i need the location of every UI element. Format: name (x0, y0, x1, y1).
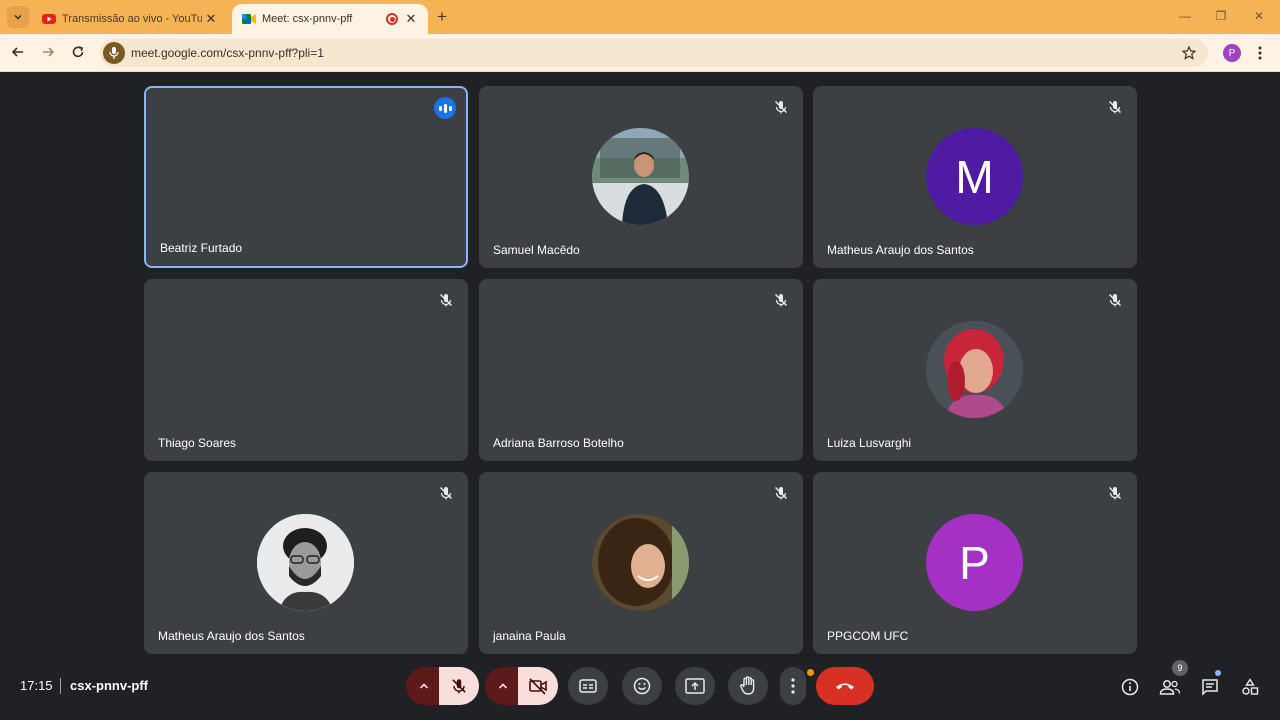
closed-captions-icon (579, 679, 597, 693)
chat-icon (1202, 679, 1218, 696)
avatar-photo (592, 514, 689, 611)
tab-close-button[interactable]: ✕ (402, 10, 420, 28)
mic-off-icon (1108, 486, 1122, 500)
notification-dot (807, 669, 814, 676)
participant-name: Matheus Araujo dos Santos (158, 629, 305, 643)
participant-grid: Beatriz Furtado Samuel Macêdo M Matheus … (144, 86, 1137, 654)
reactions-button[interactable] (622, 667, 662, 705)
participant-tile[interactable]: Matheus Araujo dos Santos (144, 472, 468, 654)
chevron-up-icon (419, 683, 429, 689)
address-bar[interactable]: meet.google.com/csx-pnnv-pff?pli=1 (100, 39, 1208, 67)
divider (60, 678, 61, 694)
chat-button[interactable] (1198, 675, 1222, 699)
forward-button[interactable] (37, 41, 59, 63)
participant-tile[interactable]: P PPGCOM UFC (813, 472, 1137, 654)
participant-name: Matheus Araujo dos Santos (827, 243, 974, 257)
more-vert-icon (791, 678, 795, 694)
people-icon (1159, 680, 1181, 695)
speaking-indicator-icon (434, 97, 456, 119)
tab-close-button[interactable]: ✕ (202, 10, 220, 28)
reload-button[interactable] (67, 41, 89, 63)
mic-off-icon (774, 100, 788, 114)
participant-tile[interactable]: janaina Paula (479, 472, 803, 654)
participant-name: Luiza Lusvarghi (827, 436, 912, 450)
participant-name: janaina Paula (493, 629, 566, 643)
present-screen-button[interactable] (675, 667, 715, 705)
audio-options-button[interactable] (406, 667, 442, 705)
emoji-icon (633, 677, 651, 695)
avatar-initial: P (926, 514, 1023, 611)
recording-icon (386, 13, 398, 25)
microphone-toggle-button[interactable] (439, 667, 479, 705)
back-button[interactable] (7, 41, 29, 63)
participant-tile[interactable]: Adriana Barroso Botelho (479, 279, 803, 461)
raise-hand-icon (740, 676, 755, 695)
meeting-code: csx-pnnv-pff (70, 678, 148, 693)
youtube-icon (42, 12, 56, 26)
video-options-button[interactable] (485, 667, 521, 705)
present-screen-icon (685, 678, 705, 694)
camera-toggle-button[interactable] (518, 667, 558, 705)
people-button[interactable] (1158, 675, 1182, 699)
participant-name: Beatriz Furtado (160, 241, 243, 255)
mic-off-icon (774, 486, 788, 500)
participant-name: Thiago Soares (158, 436, 237, 450)
meeting-clock: 17:15 (20, 678, 53, 693)
meeting-controls-bar: 17:15 csx-pnnv-pff 9 (0, 660, 1280, 720)
avatar-photo (257, 514, 354, 611)
url-text: meet.google.com/csx-pnnv-pff?pli=1 (131, 46, 324, 60)
leave-call-button[interactable] (816, 667, 874, 705)
mic-off-icon (774, 293, 788, 307)
reload-icon (72, 46, 84, 58)
mic-off-icon (439, 293, 453, 307)
mic-off-icon (1108, 293, 1122, 307)
hang-up-icon (836, 683, 854, 690)
participant-tile[interactable]: Luiza Lusvarghi (813, 279, 1137, 461)
avatar-photo (592, 128, 689, 225)
more-options-button[interactable] (780, 667, 806, 705)
captions-button[interactable] (568, 667, 608, 705)
tab-youtube[interactable]: Transmissão ao vivo - YouTube ✕ (32, 4, 228, 34)
browser-tab-strip: Transmissão ao vivo - YouTube ✕ Meet: cs… (0, 0, 1280, 34)
avatar-initial: M (926, 128, 1023, 225)
new-tab-button[interactable]: + (432, 7, 452, 27)
participant-tile[interactable]: Samuel Macêdo (479, 86, 803, 268)
info-icon (1121, 678, 1139, 696)
participant-name: Adriana Barroso Botelho (493, 436, 624, 450)
participant-tile[interactable]: Thiago Soares (144, 279, 468, 461)
activities-icon (1242, 678, 1259, 695)
camera-off-icon (529, 678, 547, 695)
browser-toolbar: meet.google.com/csx-pnnv-pff?pli=1 P (0, 34, 1280, 72)
profile-avatar[interactable]: P (1223, 44, 1241, 62)
chat-notification-dot (1215, 670, 1221, 676)
chevron-down-icon (14, 14, 22, 20)
participant-tile[interactable]: Beatriz Furtado (144, 86, 468, 268)
tab-title: Meet: csx-pnnv-pff (262, 13, 353, 25)
google-meet-icon (242, 12, 256, 26)
bookmark-star-icon[interactable] (1180, 44, 1198, 62)
window-close-button[interactable]: ✕ (1248, 6, 1270, 26)
microphone-in-use-icon[interactable] (103, 42, 125, 64)
participant-name: Samuel Macêdo (493, 243, 580, 257)
avatar-photo (926, 321, 1023, 418)
tab-meet[interactable]: Meet: csx-pnnv-pff ✕ (232, 4, 428, 34)
arrow-right-icon (43, 47, 55, 57)
mic-off-icon (452, 679, 466, 694)
mic-off-icon (1108, 100, 1122, 114)
arrow-left-icon (11, 47, 23, 57)
participant-name: PPGCOM UFC (827, 629, 909, 643)
minimize-button[interactable]: — (1174, 6, 1196, 26)
chevron-up-icon (498, 683, 508, 689)
tab-search-button[interactable] (7, 6, 29, 28)
restore-button[interactable]: ❐ (1210, 6, 1232, 26)
participant-count-badge: 9 (1172, 660, 1188, 676)
tab-title: Transmissão ao vivo - YouTube (62, 13, 202, 25)
mic-off-icon (439, 486, 453, 500)
meeting-details-button[interactable] (1118, 675, 1142, 699)
activities-button[interactable] (1238, 675, 1262, 699)
browser-menu-icon[interactable] (1254, 43, 1266, 63)
participant-tile[interactable]: M Matheus Araujo dos Santos (813, 86, 1137, 268)
raise-hand-button[interactable] (728, 667, 768, 705)
